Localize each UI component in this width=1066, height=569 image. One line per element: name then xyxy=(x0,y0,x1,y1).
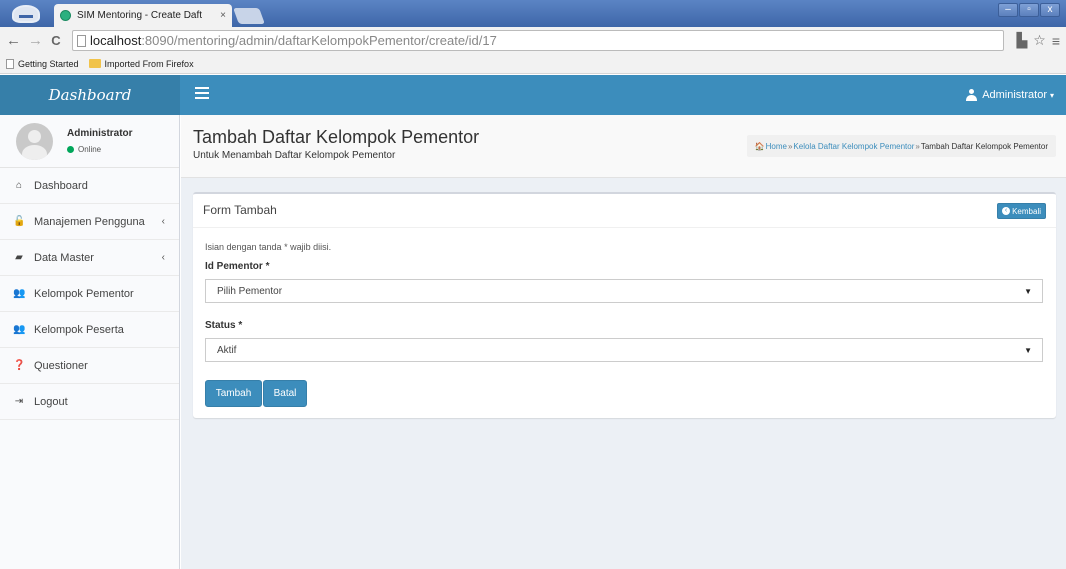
book-icon: ▰ xyxy=(15,252,23,263)
sidebar-item-manajemen-pengguna[interactable]: 🔓 Manajemen Pengguna ‹ xyxy=(0,204,179,240)
pementor-select[interactable]: Pilih Pementor ▼ xyxy=(205,279,1043,303)
pementor-select-value: Pilih Pementor xyxy=(217,285,283,297)
folder-icon xyxy=(88,59,101,68)
reload-icon[interactable]: C xyxy=(50,33,62,48)
back-button[interactable]: ‹ Kembali xyxy=(997,203,1046,219)
star-icon[interactable]: ☆ xyxy=(1033,32,1046,49)
bookmark-label: Getting Started xyxy=(18,58,79,69)
sidebar-item-logout[interactable]: ⇥ Logout xyxy=(0,384,179,420)
dropdown-arrow-icon: ▼ xyxy=(1024,286,1032,296)
address-bar-row: ← → C localhost:8090/mentoring/admin/daf… xyxy=(0,27,1066,54)
url-path: :8090/mentoring/admin/daftarKelompokPeme… xyxy=(141,33,497,48)
chevron-left-icon: ‹ xyxy=(161,252,165,263)
bookmarks-bar: Getting Started Imported From Firefox xyxy=(0,54,1066,74)
form-title: Form Tambah xyxy=(203,203,277,217)
page-title: Tambah Daftar Kelompok Pementor xyxy=(193,127,480,147)
status-select-value: Aktif xyxy=(217,344,237,356)
url-input[interactable]: localhost:8090/mentoring/admin/daftarKel… xyxy=(72,30,1005,51)
content-wrapper: Tambah Daftar Kelompok Pementor Untuk Me… xyxy=(181,115,1066,569)
tab-close-icon[interactable]: × xyxy=(220,10,226,21)
forward-icon[interactable]: → xyxy=(28,32,43,49)
arrow-circle-left-icon: ‹ xyxy=(1002,207,1011,215)
status-select[interactable]: Aktif ▼ xyxy=(205,338,1043,362)
pementor-label: Id Pementor * xyxy=(205,261,270,272)
browser-tab-bar: SIM Mentoring - Create Daft × – ▫ x xyxy=(0,0,1066,27)
lock-icon: 🔓 xyxy=(13,216,26,227)
avatar xyxy=(16,122,53,160)
home-icon: 🏠 xyxy=(754,141,765,151)
sidebar-item-data-master[interactable]: ▰ Data Master ‹ xyxy=(0,240,179,276)
cancel-button[interactable]: Batal xyxy=(263,380,307,407)
sidebar-item-questioner[interactable]: ❓ Questioner xyxy=(0,348,179,384)
window-controls: – ▫ x xyxy=(997,3,1060,17)
sidebar-item-kelompok-peserta[interactable]: 👥 Kelompok Peserta xyxy=(0,312,179,348)
user-status-label: Online xyxy=(78,145,102,154)
sidebar-user-name: Administrator xyxy=(67,128,133,139)
sign-out-icon: ⇥ xyxy=(14,396,24,407)
app-header: Dashboard Administrator ▾ xyxy=(0,75,1066,115)
minimize-button[interactable]: – xyxy=(998,3,1018,17)
users-icon: 👥 xyxy=(13,324,26,335)
status-label: Status * xyxy=(205,320,243,331)
users-icon: 👥 xyxy=(13,288,26,299)
back-button-label: Kembali xyxy=(1012,206,1041,216)
bookmark-label: Imported From Firefox xyxy=(104,58,194,69)
breadcrumb-current: Tambah Daftar Kelompok Pementor xyxy=(920,141,1048,151)
form-box: Form Tambah ‹ Kembali Isian dengan tanda… xyxy=(193,192,1056,418)
sidebar-item-label: Logout xyxy=(34,395,68,408)
breadcrumb-separator: » xyxy=(915,141,920,151)
breadcrumb-home[interactable]: Home xyxy=(766,142,787,151)
sidebar-item-label: Kelompok Peserta xyxy=(34,323,124,336)
logo[interactable]: Dashboard xyxy=(0,75,180,115)
user-panel: Administrator Online xyxy=(0,115,179,168)
breadcrumb-separator: » xyxy=(787,141,793,151)
sidebar-item-label: Data Master xyxy=(34,251,94,264)
close-window-button[interactable]: x xyxy=(1040,3,1060,17)
bookmark-getting-started[interactable]: Getting Started xyxy=(6,58,79,69)
sidebar-item-label: Kelompok Pementor xyxy=(34,287,134,300)
sidebar-item-dashboard[interactable]: ⌂ Dashboard xyxy=(0,168,179,204)
user-status: Online xyxy=(67,145,133,154)
submit-button[interactable]: Tambah xyxy=(205,380,262,407)
sidebar-item-label: Questioner xyxy=(34,359,88,372)
sidebar: Administrator Online ⌂ Dashboard 🔓 Manajeme… xyxy=(0,115,180,569)
user-menu-label: Administrator xyxy=(982,89,1047,101)
dropdown-arrow-icon: ▼ xyxy=(1024,345,1032,355)
breadcrumb: 🏠 Home » Kelola Daftar Kelompok Pementor… xyxy=(746,135,1056,157)
sidebar-item-kelompok-pementor[interactable]: 👥 Kelompok Pementor xyxy=(0,276,179,312)
tab-title: SIM Mentoring - Create Daft xyxy=(77,10,203,21)
url-host: localhost xyxy=(90,33,142,48)
user-icon xyxy=(966,89,978,101)
browser-tab[interactable]: SIM Mentoring - Create Daft × xyxy=(54,4,232,27)
sidebar-toggle-icon[interactable] xyxy=(195,87,209,99)
incognito-icon xyxy=(6,3,46,25)
browser-menu-icon[interactable]: ≡ xyxy=(1052,33,1060,49)
content-header: Tambah Daftar Kelompok Pementor Untuk Me… xyxy=(181,115,1066,178)
page-icon xyxy=(6,58,14,69)
new-tab-button[interactable] xyxy=(233,8,265,24)
extension-icon[interactable]: ▙ xyxy=(1016,32,1027,49)
chevron-left-icon: ‹ xyxy=(161,216,165,227)
user-menu[interactable]: Administrator ▾ xyxy=(966,75,1054,115)
back-icon[interactable]: ← xyxy=(6,32,21,49)
form-box-header: Form Tambah ‹ Kembali xyxy=(193,194,1056,228)
sidebar-item-label: Dashboard xyxy=(34,179,88,192)
question-icon: ❓ xyxy=(13,360,26,371)
required-hint: Isian dengan tanda * wajib diisi. xyxy=(205,242,332,252)
page-icon xyxy=(77,34,86,47)
sidebar-item-label: Manajemen Pengguna xyxy=(34,215,145,228)
favicon-icon xyxy=(60,10,71,21)
page-subtitle: Untuk Menambah Daftar Kelompok Pementor xyxy=(193,150,396,161)
online-dot-icon xyxy=(67,146,74,153)
breadcrumb-kelola[interactable]: Kelola Daftar Kelompok Pementor xyxy=(793,142,914,151)
home-icon: ⌂ xyxy=(15,180,23,191)
bookmark-imported-from-firefox[interactable]: Imported From Firefox xyxy=(88,58,194,69)
maximize-button[interactable]: ▫ xyxy=(1019,3,1039,17)
caret-down-icon: ▾ xyxy=(1049,90,1054,100)
